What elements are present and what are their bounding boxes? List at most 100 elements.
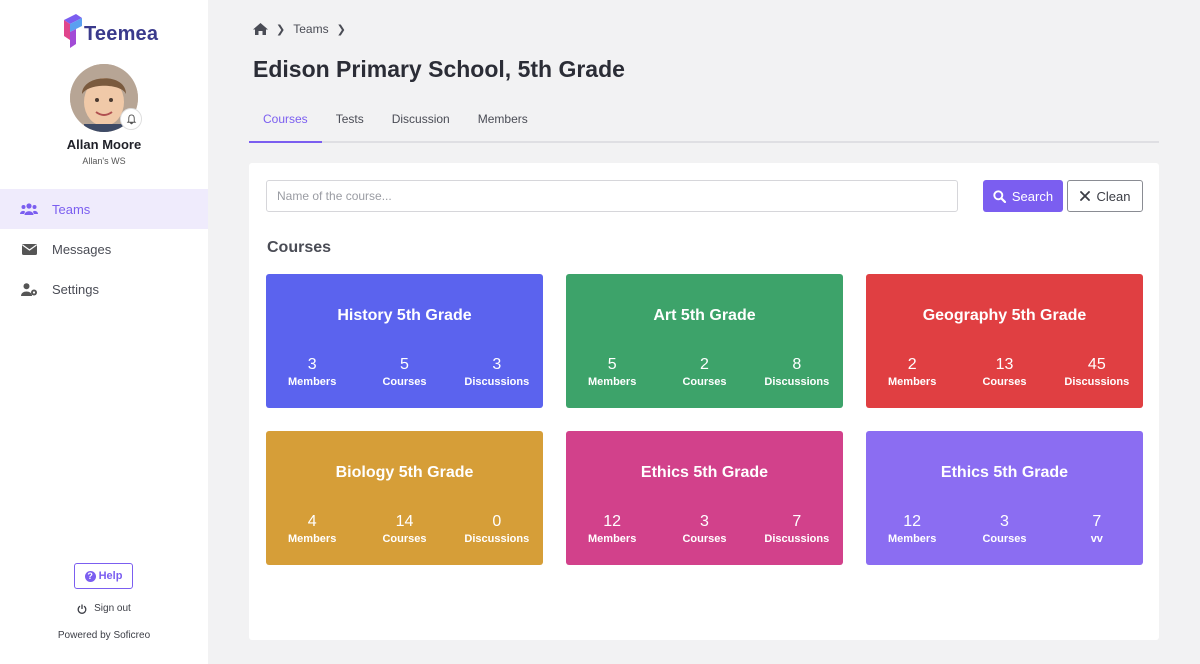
stat-value: 3	[492, 356, 502, 373]
sidebar-item-settings[interactable]: Settings	[0, 269, 208, 309]
search-icon	[993, 189, 1006, 203]
course-stat: 5 Courses	[358, 356, 450, 390]
sidebar-item-messages[interactable]: Messages	[0, 229, 208, 269]
stat-value: 0	[492, 513, 502, 530]
stat-label: Discussions	[764, 533, 830, 545]
stat-value: 5	[400, 356, 409, 373]
course-card[interactable]: Ethics 5th Grade 12 Members 3 Courses 7 Discus…	[566, 431, 843, 565]
sign-out-label: Sign out	[94, 603, 131, 614]
envelope-icon	[20, 242, 38, 256]
course-stat: 45 Discussions	[1051, 356, 1143, 390]
stat-value: 3	[1000, 513, 1009, 530]
stat-value: 8	[792, 356, 802, 373]
stat-value: 2	[700, 356, 709, 373]
stat-label: Members	[888, 533, 937, 545]
course-card[interactable]: History 5th Grade 3 Members 5 Courses 3 Discus…	[266, 274, 543, 408]
stat-value: 13	[995, 356, 1014, 373]
app-name: Teemea	[84, 22, 159, 45]
help-button[interactable]: ? Help	[74, 563, 133, 589]
courses-panel: Search Clean Courses History 5th Grade 3 M…	[249, 163, 1159, 640]
app-logo[interactable]: Teemea	[62, 14, 158, 48]
course-title: Ethics 5th Grade	[640, 464, 769, 481]
clean-label: Clean	[1096, 188, 1131, 204]
course-card[interactable]: Ethics 5th Grade 12 Members 3 Courses 7 vv	[866, 431, 1143, 565]
chevron-right-icon: ❯	[276, 23, 286, 36]
teemea-logo-icon	[62, 14, 82, 48]
course-card[interactable]: Biology 5th Grade 4 Members 14 Courses 0 Discu…	[266, 431, 543, 565]
stat-value: 12	[903, 513, 922, 530]
powered-by: Powered by Soficreo	[57, 630, 151, 641]
sidebar-item-teams[interactable]: Teams	[0, 189, 208, 229]
course-stat: 12 Members	[566, 513, 658, 547]
stat-value: 45	[1087, 356, 1106, 373]
stat-value: 3	[307, 356, 317, 373]
course-stat: 3 Courses	[958, 513, 1050, 547]
notification-bell-icon[interactable]	[120, 108, 142, 130]
stat-label: Members	[888, 376, 937, 388]
stat-label: Courses	[982, 533, 1027, 545]
course-stat: 14 Courses	[358, 513, 450, 547]
stat-value: 4	[307, 513, 317, 530]
stat-value: 14	[395, 513, 414, 530]
sidebar-item-label: Messages	[52, 241, 112, 257]
question-circle-icon: ?	[84, 570, 96, 582]
breadcrumb: ❯ Teams ❯	[253, 22, 354, 36]
users-icon	[20, 202, 38, 216]
course-stats: 3 Members 5 Courses 3 Discussions	[266, 356, 543, 390]
course-stat: 3 Members	[266, 356, 358, 390]
stat-label: Members	[588, 376, 637, 388]
close-icon	[1079, 191, 1090, 201]
user-avatar-wrap[interactable]	[70, 64, 142, 132]
course-stat: 0 Discussions	[451, 513, 543, 547]
tab-discussion[interactable]: Discussion	[378, 100, 464, 143]
tab-tests[interactable]: Tests	[322, 100, 378, 143]
tab-members[interactable]: Members	[464, 100, 542, 143]
course-stats: 12 Members 3 Courses 7 Discussions	[566, 513, 843, 547]
home-icon[interactable]	[253, 23, 268, 35]
user-workspace: Allan's WS	[82, 156, 126, 166]
course-card[interactable]: Art 5th Grade 5 Members 2 Courses 8 Discussion…	[566, 274, 843, 408]
course-stat: 8 Discussions	[751, 356, 843, 390]
course-stats: 5 Members 2 Courses 8 Discussions	[566, 356, 843, 390]
stat-label: Courses	[982, 376, 1027, 388]
course-stat: 3 Discussions	[451, 356, 543, 390]
course-stat: 7 Discussions	[751, 513, 843, 547]
course-stat: 4 Members	[266, 513, 358, 547]
stat-label: Members	[288, 533, 337, 545]
sign-out-link[interactable]: Sign out	[0, 603, 208, 614]
page-title: Edison Primary School, 5th Grade	[253, 56, 625, 82]
sidebar-item-label: Settings	[52, 281, 99, 297]
stat-label: Discussions	[764, 376, 830, 388]
stat-label: Members	[588, 533, 637, 545]
search-button[interactable]: Search	[983, 180, 1063, 212]
user-name: Allan Moore	[66, 137, 142, 152]
breadcrumb-item-teams[interactable]: Teams	[293, 22, 328, 36]
stat-label: Courses	[682, 376, 727, 388]
course-search-input[interactable]	[266, 180, 958, 212]
course-title: Ethics 5th Grade	[940, 464, 1069, 481]
course-stat: 2 Courses	[658, 356, 750, 390]
stat-value: 5	[607, 356, 617, 373]
stat-label: Discussions	[464, 533, 530, 545]
course-stats: 2 Members 13 Courses 45 Discussions	[866, 356, 1143, 390]
course-stats: 12 Members 3 Courses 7 vv	[866, 513, 1143, 547]
stat-value: 12	[603, 513, 622, 530]
course-stat: 3 Courses	[658, 513, 750, 547]
stat-value: 3	[700, 513, 709, 530]
chevron-right-icon: ❯	[336, 23, 346, 36]
sidebar-item-label: Teams	[52, 201, 91, 217]
help-label: Help	[98, 570, 123, 582]
course-title: Geography 5th Grade	[922, 307, 1087, 324]
stat-label: vv	[1090, 533, 1103, 545]
tab-courses[interactable]: Courses	[249, 100, 322, 143]
power-icon	[77, 604, 87, 614]
stat-value: 7	[792, 513, 802, 530]
user-gear-icon	[20, 282, 38, 296]
clean-button[interactable]: Clean	[1067, 180, 1143, 212]
stat-label: Courses	[382, 376, 427, 388]
course-card[interactable]: Geography 5th Grade 2 Members 13 Courses 45 Di…	[866, 274, 1143, 408]
course-title: Biology 5th Grade	[335, 464, 474, 481]
course-stats: 4 Members 14 Courses 0 Discussions	[266, 513, 543, 547]
course-stat: 7 vv	[1051, 513, 1143, 547]
course-stat: 5 Members	[566, 356, 658, 390]
